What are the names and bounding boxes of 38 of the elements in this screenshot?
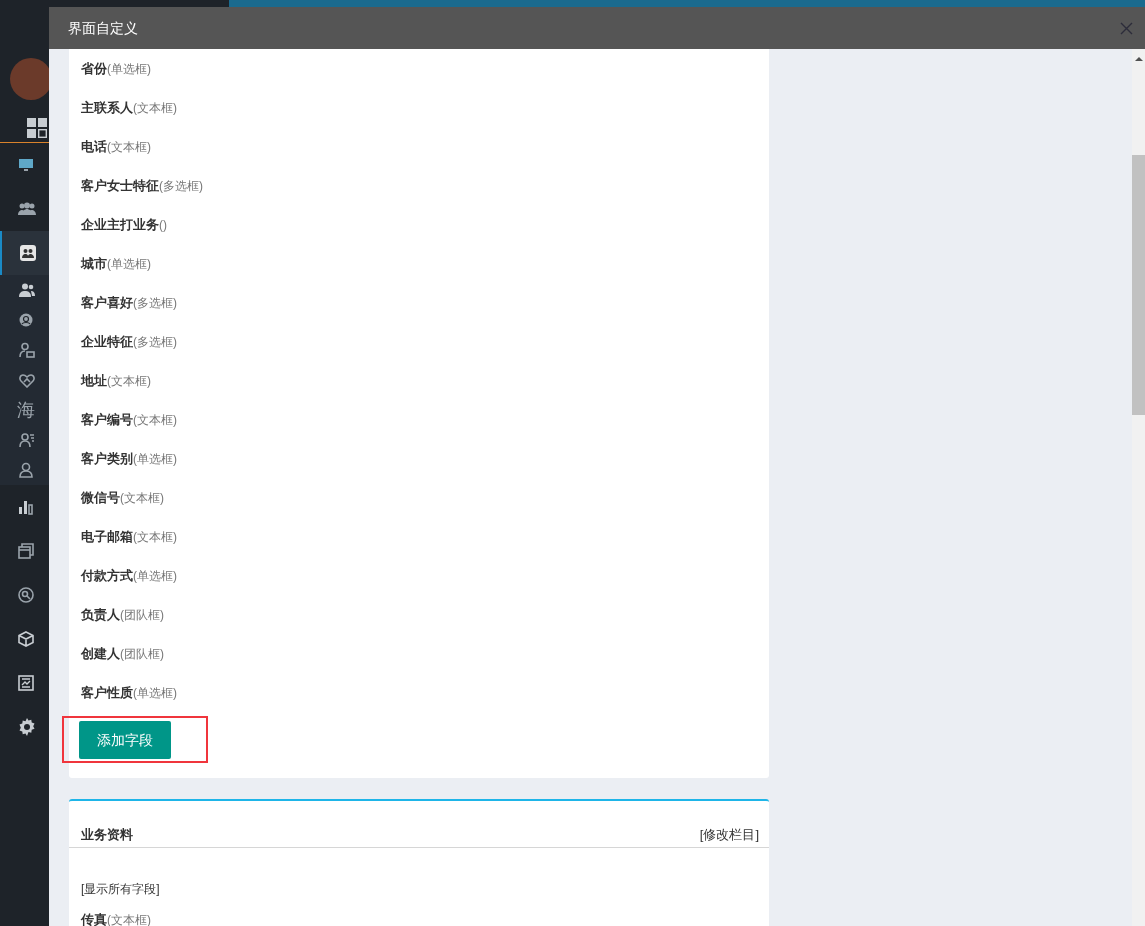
field-type: (文本框) — [133, 99, 177, 117]
field-name: 客户喜好 — [81, 293, 133, 312]
field-type: (文本框) — [120, 489, 164, 507]
field-type: (文本框) — [107, 913, 151, 926]
field-name: 主联系人 — [81, 98, 133, 117]
field-type: (单选框) — [133, 684, 177, 702]
field-name: 电话 — [81, 137, 107, 156]
field-name: 企业特征 — [81, 332, 133, 351]
field-type: (文本框) — [107, 138, 151, 156]
field-name: 省份 — [81, 59, 107, 78]
modal-title: 界面自定义 — [68, 18, 138, 38]
field-name: 地址 — [81, 371, 107, 390]
field-type: (多选框) — [133, 333, 177, 351]
field-name: 传真 — [81, 912, 107, 926]
field-name: 付款方式 — [81, 566, 133, 585]
field-type: (单选框) — [107, 60, 151, 78]
field-type: (单选框) — [107, 255, 151, 273]
field-type: (文本框) — [107, 372, 151, 390]
field-name: 电子邮箱 — [81, 527, 133, 546]
field-type: (团队框) — [120, 645, 164, 663]
field-name: 城市 — [81, 254, 107, 273]
field-name: 客户女士特征 — [81, 176, 159, 195]
field-type: (团队框) — [120, 606, 164, 624]
field-name: 微信号 — [81, 488, 120, 507]
field-name: 创建人 — [81, 644, 120, 663]
field-type: () — [159, 216, 167, 234]
field-type: (单选框) — [133, 450, 177, 468]
field-name: 负责人 — [81, 605, 120, 624]
field-type: (多选框) — [133, 294, 177, 312]
field-name: 客户性质 — [81, 683, 133, 702]
field-type: (单选框) — [133, 567, 177, 585]
field-type: (多选框) — [159, 177, 203, 195]
panel-title: 业务资料 — [81, 825, 133, 844]
field-name: 客户类别 — [81, 449, 133, 468]
field-type: (文本框) — [133, 411, 177, 429]
field-type: (文本框) — [133, 528, 177, 546]
field-name: 企业主打业务 — [81, 215, 159, 234]
field-name: 客户编号 — [81, 410, 133, 429]
